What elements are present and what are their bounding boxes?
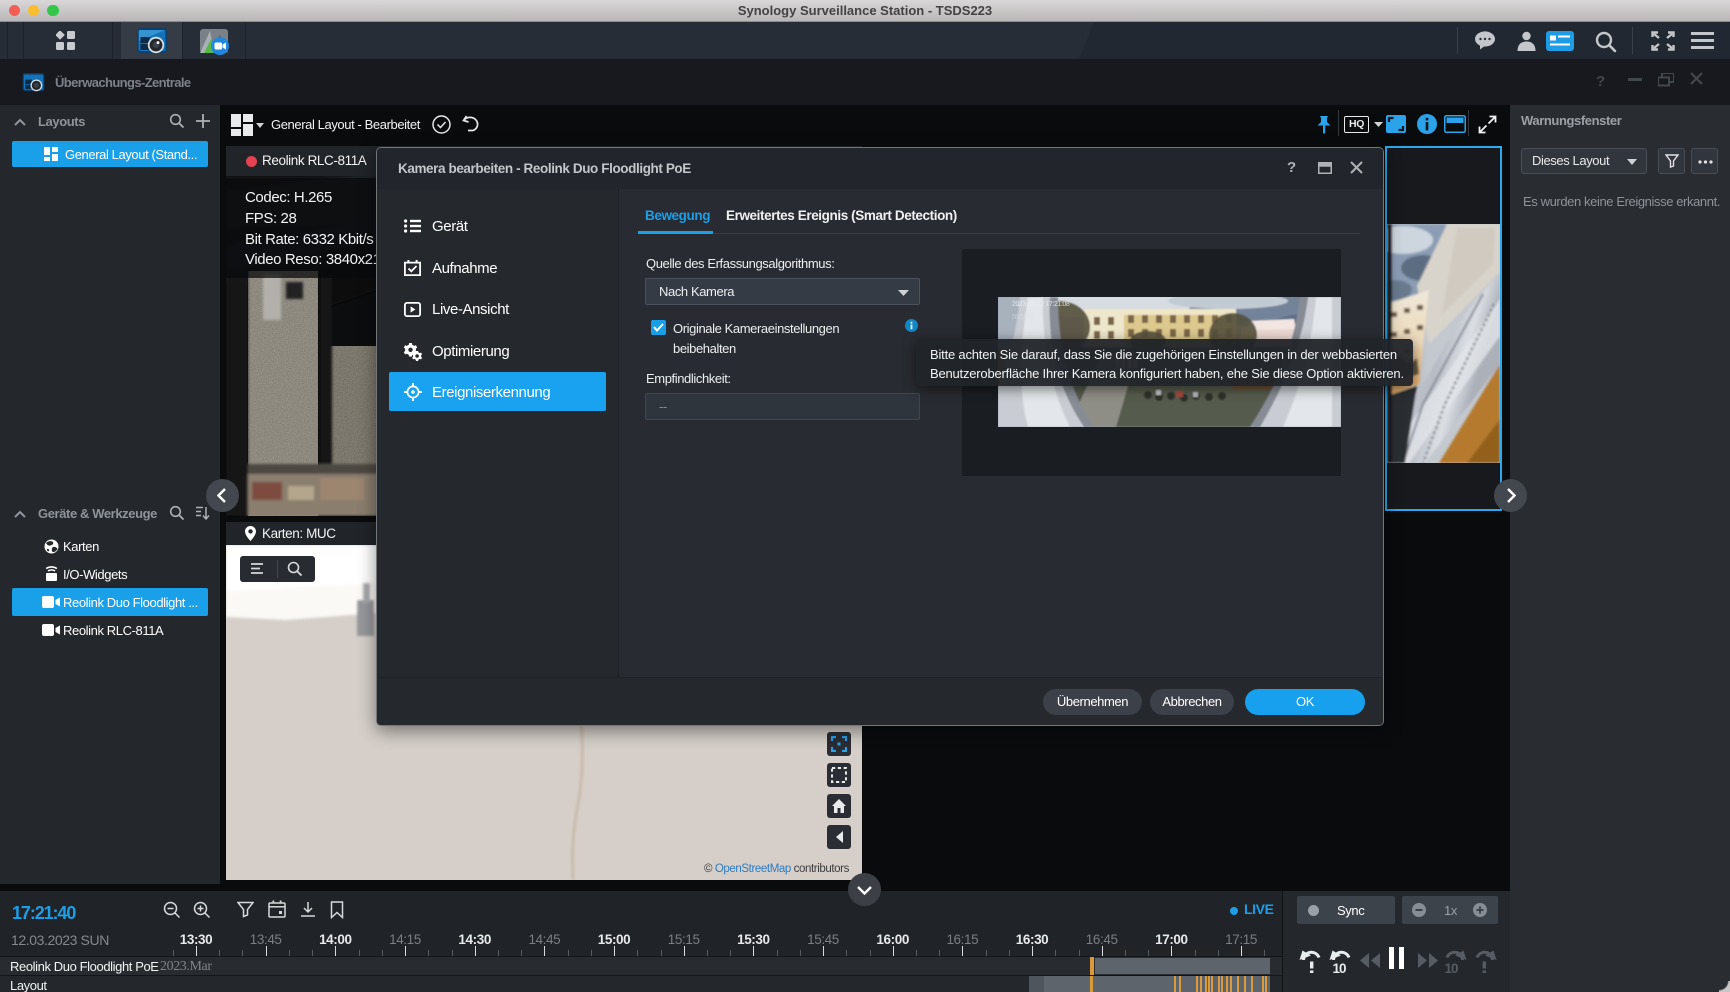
svg-text:10: 10	[1333, 961, 1347, 973]
svg-text:10: 10	[1445, 961, 1459, 973]
svg-text:reolink: reolink	[1012, 311, 1037, 321]
svg-text:2023-03-12 17:21:08: 2023-03-12 17:21:08	[1012, 301, 1070, 308]
